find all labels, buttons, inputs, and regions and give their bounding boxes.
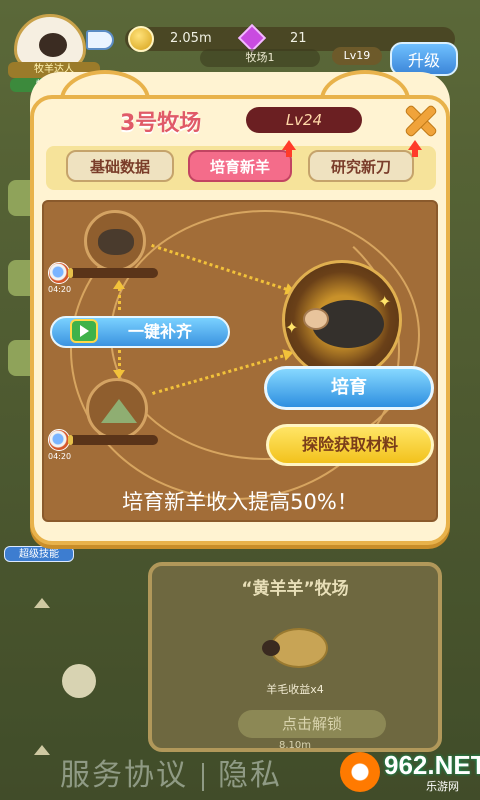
farm-label: 牧场1 xyxy=(200,49,320,67)
alert-arrow-icon xyxy=(408,140,422,157)
dialog-title: 3号牧场 xyxy=(120,111,202,136)
close-icon[interactable] xyxy=(400,100,440,140)
watermark-brand: 962.NET xyxy=(384,750,480,780)
yellow-sheep-icon xyxy=(262,628,328,668)
sheep-face-icon xyxy=(303,308,329,330)
unlock-button[interactable]: 点击解锁 xyxy=(238,710,386,738)
wool-income-label: 羊毛收益x4 xyxy=(266,683,324,696)
breed-bonus-text: 培育新羊收入提高50%！ xyxy=(122,490,358,514)
material-timer: 04:20 xyxy=(48,452,72,461)
footer-links: 服务协议 隐私 xyxy=(60,750,282,794)
grass-material-icon xyxy=(101,399,137,423)
site-watermark: 962.NET 乐游网 xyxy=(340,748,480,796)
up-arrow-icon xyxy=(34,745,50,755)
breed-button[interactable]: 培育 xyxy=(264,366,434,410)
service-agreement-link[interactable]: 服务协议 xyxy=(60,758,188,793)
sparkle-icon: ✦ xyxy=(285,318,299,337)
upgrade-button[interactable]: 升级 xyxy=(390,42,458,76)
flow-line xyxy=(118,288,121,310)
locked-farm-card: “黄羊羊”牧场 羊毛收益x4 点击解锁 8.10m xyxy=(148,562,442,752)
farm-level-chip: Lv19 xyxy=(332,47,382,65)
up-arrow-icon xyxy=(34,598,50,608)
material-slot-grass[interactable] xyxy=(86,378,148,440)
tab-basic-data[interactable]: 基础数据 xyxy=(66,150,174,182)
progress-fill xyxy=(68,435,73,445)
material-timer: 04:20 xyxy=(48,285,72,294)
watermark-sub: 乐游网 xyxy=(426,780,459,793)
wool-material-icon xyxy=(98,229,134,255)
farm-card-title: “黄羊羊”牧场 xyxy=(241,579,349,599)
material-progress-wool xyxy=(68,268,158,278)
watermark-logo-icon xyxy=(340,752,380,792)
tree-icon[interactable] xyxy=(62,664,96,698)
tab-breed-sheep[interactable]: 培育新羊 xyxy=(188,150,292,182)
farm-level-badge: Lv24 xyxy=(246,107,362,133)
material-wheel-icon xyxy=(48,262,70,284)
super-skill-tag[interactable]: 超级技能 xyxy=(4,546,74,562)
gem-count: 21 xyxy=(290,31,307,46)
progress-fill xyxy=(68,268,73,278)
tab-research-blade[interactable]: 研究新刀 xyxy=(308,150,414,182)
coin-icon xyxy=(128,26,154,52)
material-progress-grass xyxy=(68,435,158,445)
material-slot-wool[interactable] xyxy=(84,210,146,272)
privacy-link[interactable]: 隐私 xyxy=(218,758,282,793)
footer-divider xyxy=(202,762,204,791)
alert-arrow-icon xyxy=(282,140,296,157)
sparkle-icon: ✦ xyxy=(378,292,392,311)
explore-materials-button[interactable]: 探险获取材料 xyxy=(266,424,434,466)
coin-count: 2.05m xyxy=(170,31,212,46)
announcement-horn-icon[interactable] xyxy=(86,30,114,50)
flow-line xyxy=(118,350,121,372)
up-arrow-icon xyxy=(113,280,125,289)
down-arrow-icon xyxy=(113,370,125,379)
material-wheel-icon xyxy=(48,429,70,451)
video-play-icon xyxy=(70,319,98,343)
